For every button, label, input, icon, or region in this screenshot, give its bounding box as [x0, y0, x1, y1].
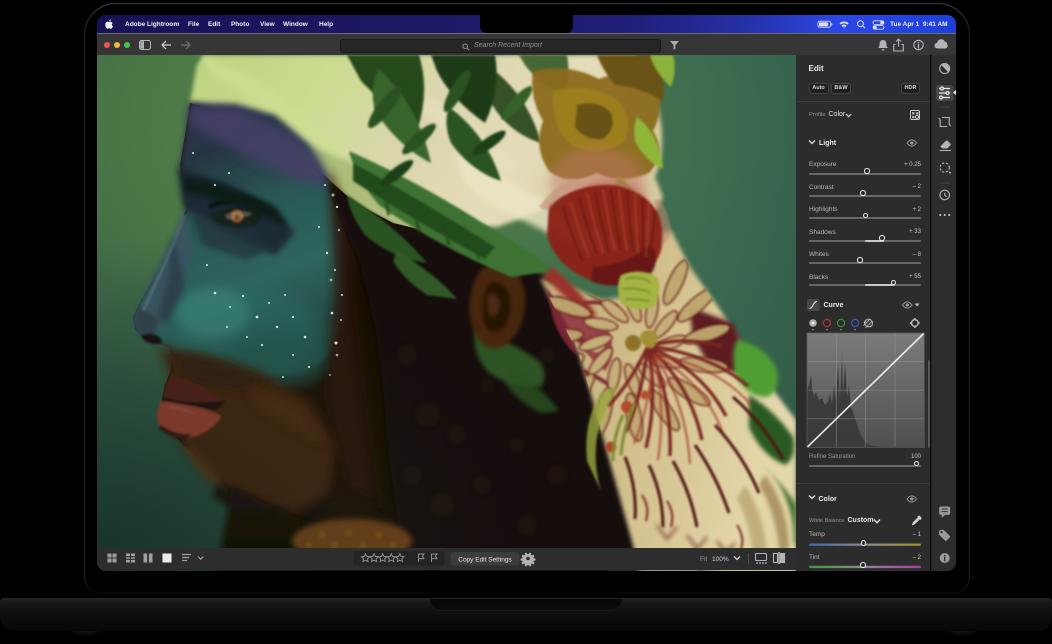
- svg-text:Fit: Fit: [700, 556, 707, 563]
- svg-text:Copy Edit Settings: Copy Edit Settings: [458, 557, 512, 564]
- svg-text:100%: 100%: [712, 556, 729, 563]
